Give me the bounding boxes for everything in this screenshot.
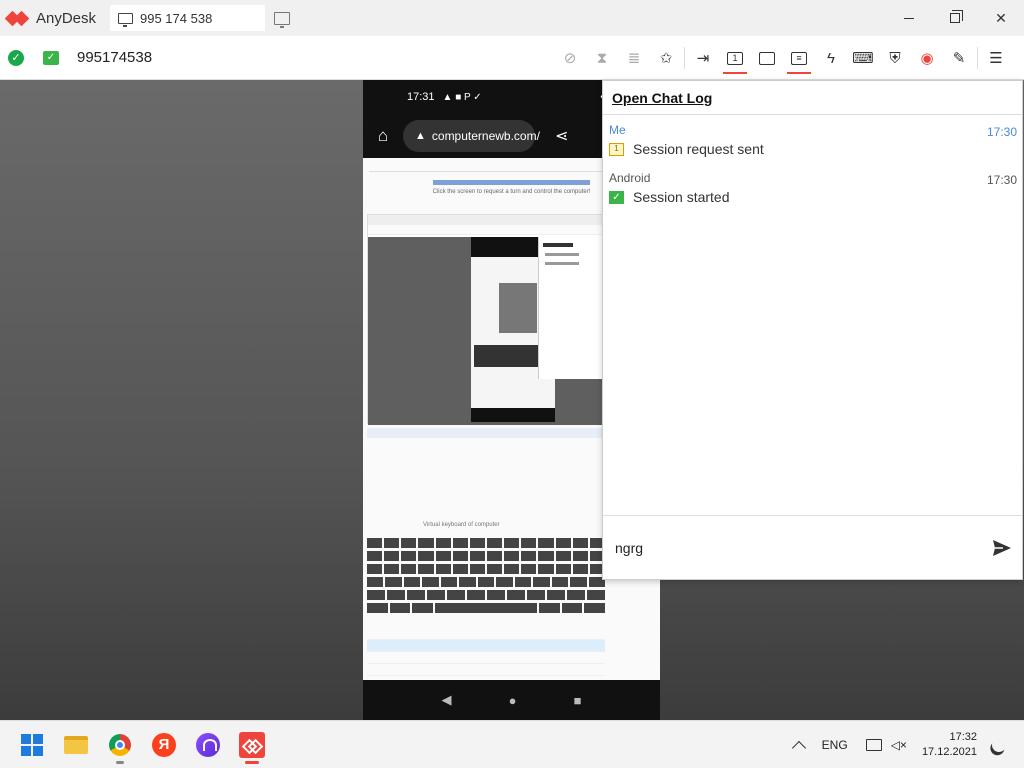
- permissions-icon[interactable]: ⛨: [879, 36, 911, 80]
- share-icon[interactable]: ⋖: [555, 126, 568, 146]
- chat-panel: Open Chat Log Me 17:30 1 Session request…: [602, 80, 1023, 580]
- monitor-icon: [118, 12, 133, 27]
- remote-address[interactable]: 995174538: [77, 49, 152, 66]
- yandex-icon: Я: [152, 732, 176, 757]
- file-transfer-icon[interactable]: ⇥: [687, 36, 719, 80]
- virtual-keyboard[interactable]: [367, 538, 606, 616]
- chevron-up-icon: [791, 740, 806, 755]
- web-user-list[interactable]: [367, 628, 605, 688]
- session-toolbar: ✓ ✓ 995174538 ⊘ ⧗ ≣ ✩ ⇥ 1 ≡ ϟ ⌨ ⛨ ◉ ✎ ☰: [0, 36, 1024, 80]
- restore-button[interactable]: [932, 0, 978, 36]
- chrome-button[interactable]: [98, 723, 142, 767]
- network-icon[interactable]: [857, 739, 891, 751]
- taskbar-clock[interactable]: 17:32 17.12.2021: [916, 730, 983, 760]
- chat-input[interactable]: [615, 539, 975, 556]
- anydesk-icon: [239, 731, 265, 758]
- nested-anydesk-window: [367, 214, 604, 425]
- browser-home-icon[interactable]: ⌂: [363, 126, 403, 146]
- database-icon[interactable]: ≣: [618, 36, 650, 80]
- yandex-button[interactable]: Я: [142, 723, 186, 767]
- actions-icon[interactable]: ϟ: [815, 36, 847, 80]
- restore-icon: [950, 10, 963, 23]
- browser-url: computernewb.com/: [431, 129, 540, 143]
- folder-icon: [64, 735, 88, 754]
- chat-time: 17:30: [986, 173, 1017, 187]
- phone-time: 17:31: [407, 91, 435, 103]
- start-button[interactable]: [10, 723, 54, 767]
- chat-text: Session request sent: [633, 141, 764, 157]
- chrome-icon: [109, 733, 131, 756]
- monitor-select-icon[interactable]: 1: [719, 36, 751, 80]
- session-tab-label: 995 174 538: [140, 10, 213, 26]
- toolbar-divider: [684, 47, 685, 69]
- focus-assist-icon[interactable]: [983, 738, 1024, 752]
- record-icon[interactable]: ◉: [911, 36, 943, 80]
- chat-time: 17:30: [986, 125, 1017, 139]
- chat-text: Session started: [633, 189, 730, 205]
- close-button[interactable]: ✕: [978, 0, 1024, 36]
- windows-logo-icon: [21, 733, 43, 756]
- connection-ok-icon: ✓: [8, 49, 24, 66]
- web-sponsor-line: [433, 180, 590, 185]
- close-icon: ✕: [995, 9, 1007, 26]
- system-tray: ENG ◁× 17:32 17.12.2021: [785, 721, 1024, 768]
- chat-sender: Me: [609, 123, 626, 137]
- language-indicator[interactable]: ENG: [813, 738, 857, 752]
- title-bar: AnyDesk 995 174 538 ✕: [0, 0, 1024, 36]
- menu-icon[interactable]: ☰: [980, 36, 1012, 80]
- anydesk-logo-icon: [4, 10, 30, 27]
- session-active-icon: ✓: [43, 50, 59, 65]
- session-started-icon: ✓: [609, 190, 624, 204]
- clock-date: 17.12.2021: [921, 746, 977, 758]
- privacy-icon[interactable]: ⊘: [554, 36, 586, 80]
- nested-taskbar: [367, 428, 603, 438]
- star-icon[interactable]: ✩: [650, 36, 682, 80]
- clock-time: 17:32: [949, 731, 977, 743]
- chat-sender: Android: [609, 171, 651, 185]
- home-icon[interactable]: ●: [509, 693, 517, 708]
- warning-icon: ▲: [415, 130, 426, 142]
- browser-url-field[interactable]: ▲ computernewb.com/: [403, 120, 540, 152]
- send-icon[interactable]: [992, 538, 1012, 558]
- minimize-button[interactable]: [886, 0, 932, 36]
- chat-input-area: [603, 515, 1022, 579]
- session-tab[interactable]: 995 174 538: [110, 5, 265, 31]
- volume-muted-icon[interactable]: ◁×: [891, 738, 916, 752]
- anydesk-taskbar-button[interactable]: [230, 723, 274, 767]
- phone-nav-bar: ◀ ● ■: [363, 680, 660, 720]
- phone-notification-icons: ▲ ■ P ✓: [442, 91, 482, 103]
- chat-message: Android 17:30 ✓ Session started: [603, 163, 1022, 211]
- keyboard-icon[interactable]: ⌨: [847, 36, 879, 80]
- tray-overflow-button[interactable]: [785, 738, 813, 755]
- session-request-icon: 1: [609, 142, 624, 156]
- alice-button[interactable]: [186, 723, 230, 767]
- new-tab-icon[interactable]: [274, 11, 290, 28]
- whiteboard-icon[interactable]: ✎: [943, 36, 975, 80]
- keyboard-label: Virtual keyboard of computer: [423, 522, 500, 528]
- app-name: AnyDesk: [36, 9, 97, 27]
- minimize-icon: [904, 17, 914, 19]
- windows-taskbar: Я ENG ◁× 17:32 17.12.2021: [0, 720, 1024, 768]
- display-icon[interactable]: [751, 36, 783, 80]
- file-explorer-button[interactable]: [54, 723, 98, 767]
- open-chat-log-link[interactable]: Open Chat Log: [612, 90, 712, 106]
- chat-icon[interactable]: ≡: [783, 36, 815, 80]
- hourglass-icon[interactable]: ⧗: [586, 36, 618, 80]
- chat-message: Me 17:30 1 Session request sent: [603, 115, 1022, 163]
- anydesk-logo: AnyDesk: [0, 10, 110, 27]
- recents-icon[interactable]: ■: [574, 693, 582, 708]
- back-icon[interactable]: ◀: [442, 692, 452, 708]
- toolbar-divider: [977, 47, 978, 69]
- alice-icon: [196, 732, 220, 757]
